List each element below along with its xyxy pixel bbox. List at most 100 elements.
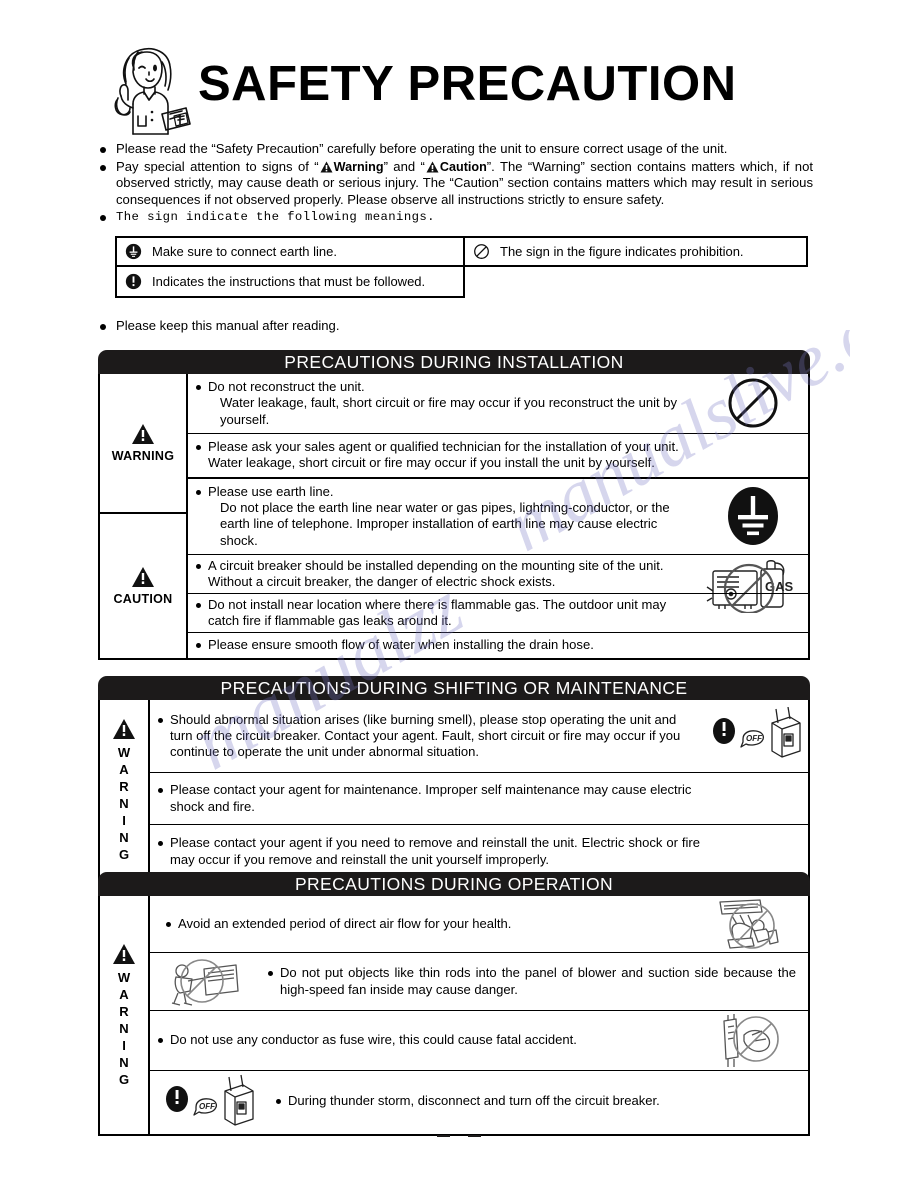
row-text: Please contact your agent if you need to… [150,825,706,878]
warning-triangle-icon [113,718,135,739]
row-text: A circuit breaker should be installed de… [188,555,698,593]
row-icon-cell [688,1011,808,1070]
footer-page-number [0,1128,918,1144]
table-row: Do not use any conductor as fuse wire, t… [150,1010,808,1070]
legend-right-empty [465,267,808,298]
no-rod-in-fan-icon [171,958,239,1006]
page-dash-left [437,1135,450,1137]
row-icon-cell-empty [706,825,808,878]
row-lead-text: A circuit breaker should be installed de… [208,557,664,589]
row-text: Do not put objects like thin rods into t… [260,953,808,1010]
row-text: During thunder storm, disconnect and tur… [268,1071,808,1132]
keep-manual-text: Please keep this manual after reading. [116,318,340,333]
table-row: Do not reconstruct the unit. Water leaka… [188,374,808,433]
row-icon-cell-empty [706,773,808,824]
row-lead-text: Avoid an extended period of direct air f… [178,915,512,931]
breaker-off-icon: OFF [166,1074,254,1126]
section-installation: PRECAUTIONS DURING INSTALLATION WARNING [98,350,810,660]
level-warning-label: WARNING [111,449,175,463]
svg-text:GAS: GAS [765,579,794,594]
row-text: Do not install near location where there… [188,594,698,632]
legend-right-column: The sign in the figure indicates prohibi… [465,236,808,298]
row-icon-cell-empty [698,594,808,632]
row-text: Please use earth line. Do not place the … [188,479,698,554]
row-lead-text: Please contact your agent if you need to… [170,835,700,867]
table-row: Avoid an extended period of direct air f… [150,896,808,952]
table-row: Please use earth line. Do not place the … [188,476,808,554]
row-text: Please ensure smooth flow of water when … [188,633,698,658]
row-icon-cell: GAS [698,555,808,613]
level-warning-label-vertical: WARNING [117,969,131,1087]
legend-earth-text: Make sure to connect earth line. [152,244,337,259]
section-shifting-header: PRECAUTIONS DURING SHIFTING OR MAINTENAN… [98,676,810,700]
section-operation: PRECAUTIONS DURING OPERATION WARNING Avo… [98,872,810,1136]
inline-caution-label: Caution [439,159,487,174]
row-lead-text: Should abnormal situation arises (like b… [170,711,681,760]
row-lead-text: Do not use any conductor as fuse wire, t… [170,1032,577,1048]
operation-level-column: WARNING [100,896,150,1134]
level-warning: WARNING [100,374,186,512]
intro-bullet-1-text: Please read the “Safety Precaution” care… [116,141,728,156]
level-warning: WARNING [100,896,148,1134]
symbol-legend-table: Make sure to connect earth line. Indicat… [115,236,808,298]
row-lead-text: Do not install near location where there… [208,596,667,628]
masthead: SAFETY PRECAUTION [98,42,818,142]
row-lead-text: Do not reconstruct the unit. [208,379,365,394]
table-row: Do not install near location where there… [188,593,808,632]
warning-triangle-icon [320,161,333,173]
keep-manual-note: Please keep this manual after reading. [98,318,698,336]
intro-bullet-1: Please read the “Safety Precaution” care… [98,141,813,158]
row-cont-text: Water leakage, fault, short circuit or f… [220,395,678,427]
intro-bullet-3: The sign indicate the following meanings… [98,209,813,226]
row-icon-cell: OFF [704,700,808,772]
exclamation-icon [125,273,142,290]
breaker-off-icon: OFF [713,707,801,758]
row-text: Please contact your agent for maintenanc… [150,773,706,824]
row-lead-text: Please ask your sales agent or qualified… [208,439,679,471]
page-dash-right [468,1135,481,1137]
row-icon-cell: OFF [150,1071,268,1132]
row-lead-text: Please contact your agent for maintenanc… [170,782,692,814]
intro-bullet-2: Pay special attention to signs of “ Warni… [98,159,813,209]
woman-pointing-illustration [114,48,191,135]
section-installation-header: PRECAUTIONS DURING INSTALLATION [98,350,810,374]
row-icon-cell [688,896,808,952]
svg-text:OFF: OFF [199,1102,216,1111]
intro-bullets: Please read the “Safety Precaution” care… [98,141,813,227]
installation-rows: Do not reconstruct the unit. Water leaka… [188,374,808,658]
legend-row-exclamation: Indicates the instructions that must be … [115,267,465,298]
no-conductor-fuse-icon [723,1013,779,1067]
level-caution-label: CAUTION [113,592,173,606]
row-icon-cell-empty [698,434,808,477]
section-operation-header: PRECAUTIONS DURING OPERATION [98,872,810,896]
warning-triangle-icon [113,943,135,964]
no-direct-airflow-icon [719,899,779,949]
level-warning: WARNING [100,700,148,880]
maintenance-level-column: WARNING [100,700,150,880]
legend-prohibition-text: The sign in the figure indicates prohibi… [500,244,744,259]
page-title: SAFETY PRECAUTION [198,57,737,111]
row-icon-cell-empty [698,633,808,658]
legend-row-earth: Make sure to connect earth line. [115,236,465,267]
warning-triangle-icon [132,424,154,444]
row-text: Do not use any conductor as fuse wire, t… [150,1011,688,1070]
legend-exclamation-text: Indicates the instructions that must be … [152,274,426,289]
row-lead-text: Do not put objects like thin rods into t… [280,965,796,997]
legend-left-column: Make sure to connect earth line. Indicat… [115,236,465,298]
document-page: manualzz manualslive.com SAFETY PRECAUTI… [0,0,918,1188]
installation-level-column: WARNING CAUTION [100,374,188,658]
table-row: Please contact your agent if you need to… [150,824,808,878]
level-warning-label-vertical: WARNING [117,744,131,862]
row-text: Avoid an extended period of direct air f… [150,896,688,952]
legend-row-prohibition: The sign in the figure indicates prohibi… [465,236,808,267]
prohibition-icon [474,244,489,259]
row-icon-cell [698,374,808,433]
row-text: Do not reconstruct the unit. Water leaka… [188,374,698,433]
section-shifting-maintenance: PRECAUTIONS DURING SHIFTING OR MAINTENAN… [98,676,810,882]
svg-text:OFF: OFF [746,734,763,743]
inline-warning-label: Warning [333,159,384,174]
earth-ground-icon [728,487,778,546]
row-lead-text: During thunder storm, disconnect and tur… [288,1093,660,1109]
row-text: Should abnormal situation arises (like b… [150,700,704,772]
row-icon-cell [698,479,808,554]
